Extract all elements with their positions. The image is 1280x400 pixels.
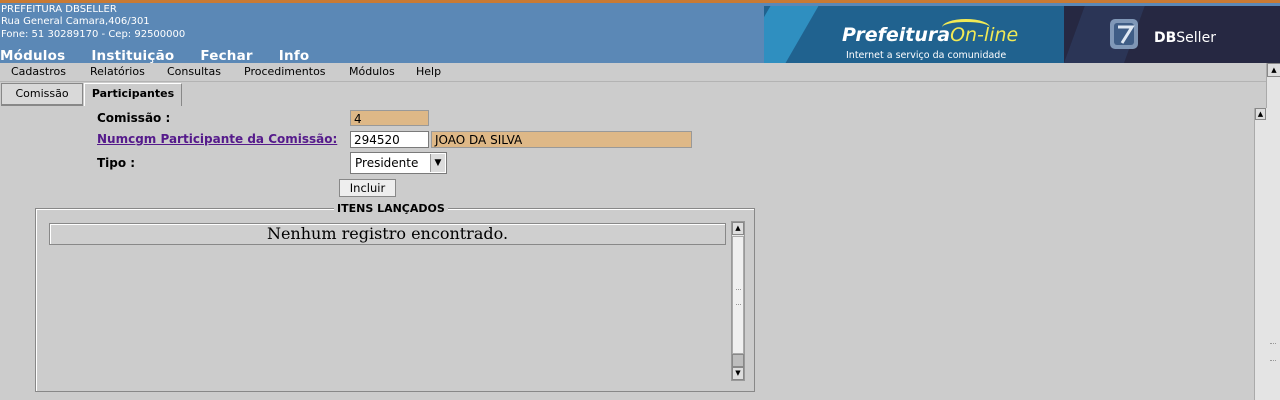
chevron-down-icon[interactable]: ▼ [430,154,445,172]
grid-scrollbar[interactable]: ▲ ▼ [731,221,745,381]
grid-scroll-up-icon[interactable]: ▲ [732,222,744,235]
participante-nome-field: JOAO DA SILVA [431,131,692,148]
menu-help[interactable]: Help [416,65,441,78]
page-scrollbar[interactable]: ▲ [1266,63,1280,400]
tipo-select-value: Presidente [355,156,419,170]
menu-bar: Cadastros Relatórios Consultas Procedime… [0,63,1266,82]
grid-scroll-grip [736,289,741,305]
grid-scroll-track-end[interactable] [732,354,744,367]
page-scroll-grip[interactable] [1270,343,1276,361]
org-address: Rua General Camara,406/301 [1,16,150,27]
app-header: PREFEITURA DBSELLER Rua General Camara,4… [0,0,1280,64]
numcgm-input[interactable]: 294520 [350,131,429,148]
itens-grid: Nenhum registro encontrado. ▲ ▼ [48,221,745,381]
prefeitura-online-banner: PrefeituraOn-line Internet a serviço da … [764,6,1064,63]
tab-comissao[interactable]: Comissão [1,83,83,106]
menu-relatorios[interactable]: Relatórios [90,65,145,78]
banner-brand: PrefeituraOn-line [842,24,1018,46]
menu-procedimentos[interactable]: Procedimentos [244,65,326,78]
incluir-button[interactable]: Incluir [339,179,396,197]
grid-scroll-down-icon[interactable]: ▼ [732,367,744,380]
frame-scrollbar[interactable]: ▲ [1254,108,1267,400]
grid-scroll-thumb[interactable] [732,236,744,354]
nav-instituicao[interactable]: Instituição [91,48,174,64]
banner-stripe [764,6,819,63]
numcgm-link[interactable]: Numcgm Participante da Comissão: [97,132,337,146]
nav-modulos[interactable]: Módulos [0,48,65,64]
dbseller-banner: DBSeller [1064,6,1280,63]
tab-participantes[interactable]: Participantes [84,83,182,106]
org-name: PREFEITURA DBSELLER [1,4,117,15]
menu-consultas[interactable]: Consultas [167,65,221,78]
fieldset-legend: ITENS LANÇADOS [334,202,448,215]
comissao-field: 4 [350,110,429,126]
org-phone: Fone: 51 30289170 - Cep: 92500000 [1,29,186,40]
nav-info[interactable]: Info [279,48,310,64]
tipo-select[interactable]: Presidente ▼ [350,152,447,174]
frame-scroll-up-icon[interactable]: ▲ [1255,108,1266,120]
menu-modulos[interactable]: Módulos [349,65,395,78]
header-top-line [0,0,1280,3]
nav-fechar[interactable]: Fechar [200,48,252,64]
itens-lancados-fieldset: ITENS LANÇADOS Nenhum registro encontrad… [35,202,755,392]
comissao-label: Comissão : [97,111,171,125]
banner-brand-text: Prefeitura [842,24,951,46]
vendor-bold: DB [1154,30,1177,46]
menu-cadastros[interactable]: Cadastros [11,65,66,78]
dbseller-wordmark: DBSeller [1154,30,1216,46]
dbseller-logo-icon [1110,19,1138,49]
empty-message: Nenhum registro encontrado. [49,223,726,245]
banner-brand-accent: On-line [950,24,1019,46]
vendor-rest: Seller [1176,30,1216,46]
top-navigation: Módulos Instituição Fechar Info [0,48,335,64]
page-scroll-up-icon[interactable]: ▲ [1267,63,1280,77]
tipo-label: Tipo : [97,156,136,170]
banner-tagline: Internet a serviço da comunidade [846,50,1007,61]
